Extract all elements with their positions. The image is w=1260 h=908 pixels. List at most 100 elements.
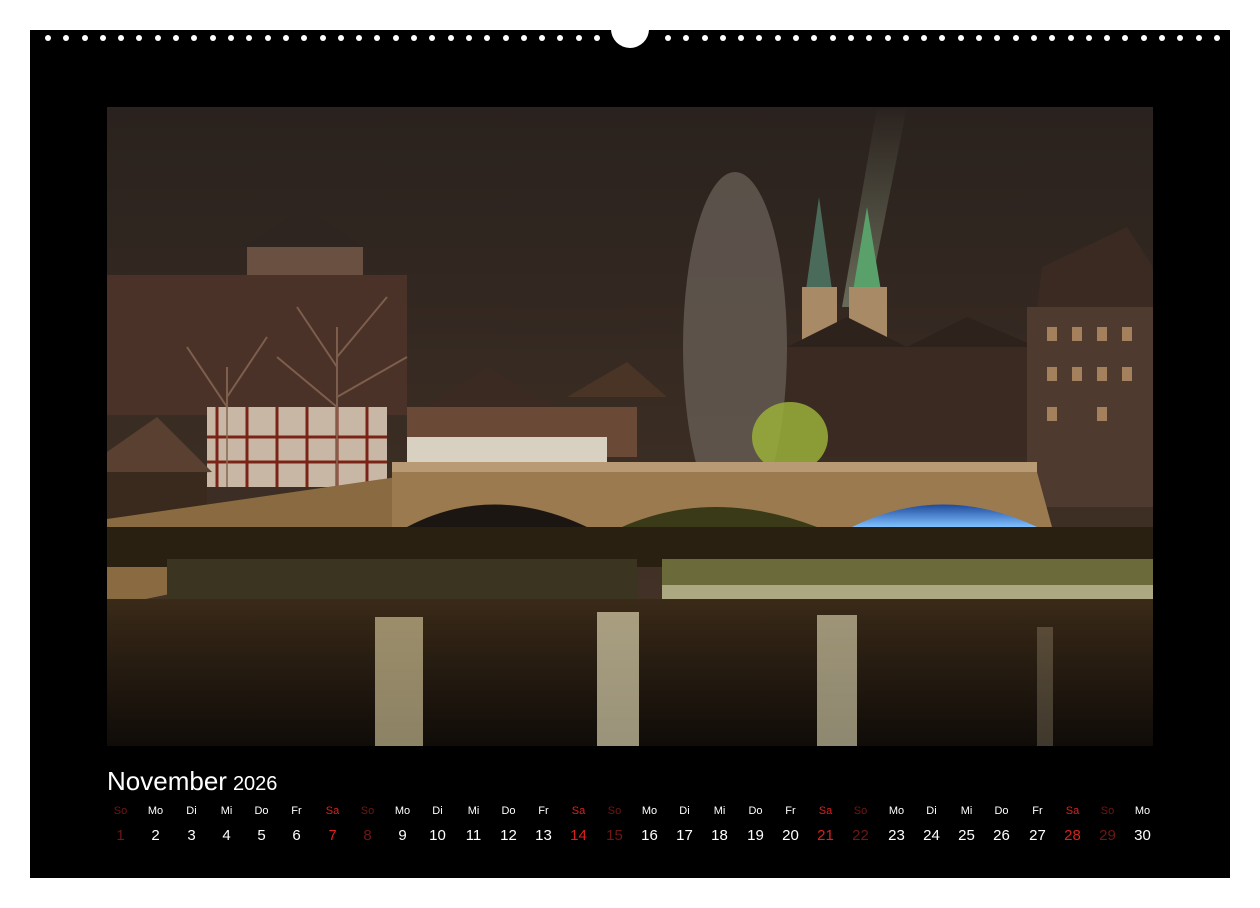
day-cell: Mo 2 <box>138 804 173 846</box>
day-of-week-label: Do <box>254 805 269 817</box>
day-of-week-label: Mi <box>713 805 726 817</box>
binding-hole <box>521 35 527 41</box>
binding-hole <box>1214 35 1220 41</box>
binding-hole <box>1104 35 1110 41</box>
binding-hole <box>994 35 1000 41</box>
day-of-week-label: Fr <box>538 805 549 817</box>
binding-hole <box>756 35 762 41</box>
day-of-week-label: So <box>1100 805 1115 817</box>
binding-hole <box>484 35 490 41</box>
binding-hole <box>118 35 124 41</box>
day-number: 13 <box>535 827 552 844</box>
binding-hole <box>301 35 307 41</box>
binding-hole <box>702 35 708 41</box>
day-number: 27 <box>1029 827 1046 844</box>
binding-hole <box>63 35 69 41</box>
binding-hole <box>82 35 88 41</box>
binding-hole <box>775 35 781 41</box>
binding-hole <box>958 35 964 41</box>
binding-hole <box>1141 35 1147 41</box>
binding-hole <box>210 35 216 41</box>
day-of-week-label: Mo <box>147 805 164 817</box>
day-cell: So 1 <box>103 804 138 846</box>
binding-hole <box>448 35 454 41</box>
day-of-week-label: Fr <box>291 805 302 817</box>
day-cell: Do 12 <box>491 804 526 846</box>
day-number: 14 <box>570 827 587 844</box>
binding-hole <box>136 35 142 41</box>
day-number: 17 <box>676 827 693 844</box>
binding-hole <box>576 35 582 41</box>
day-cell: Mo 9 <box>385 804 420 846</box>
binding-hole <box>1049 35 1055 41</box>
day-of-week-label: Do <box>994 805 1009 817</box>
day-of-week-label: Di <box>186 805 197 817</box>
day-of-week-label: So <box>853 805 868 817</box>
day-cell: Di 17 <box>667 804 702 846</box>
day-of-week-label: Mo <box>641 805 658 817</box>
day-of-week-label: Mo <box>1134 805 1151 817</box>
day-cell: Mi 25 <box>949 804 984 846</box>
day-number: 21 <box>817 827 834 844</box>
binding-hole <box>45 35 51 41</box>
binding-hole <box>1177 35 1183 41</box>
day-of-week-label: Di <box>679 805 690 817</box>
day-of-week-label: Sa <box>325 805 340 817</box>
binding-hole <box>246 35 252 41</box>
month-year: 2026 <box>232 773 278 795</box>
day-number: 28 <box>1064 827 1081 844</box>
binding-hole <box>811 35 817 41</box>
day-of-week-label: Do <box>501 805 516 817</box>
day-cell: So 8 <box>350 804 385 846</box>
day-number: 20 <box>782 827 799 844</box>
binding-hole <box>429 35 435 41</box>
day-cell: Mi 11 <box>456 804 491 846</box>
binding-hole <box>1159 35 1165 41</box>
calendar-photo <box>107 107 1153 746</box>
binding-hole <box>173 35 179 41</box>
day-number: 8 <box>363 827 372 844</box>
binding-hole <box>939 35 945 41</box>
binding-hole <box>1086 35 1092 41</box>
binding-hole <box>1031 35 1037 41</box>
day-cell: Sa 28 <box>1055 804 1090 846</box>
binding-hole <box>228 35 234 41</box>
day-of-week-label: Do <box>748 805 763 817</box>
binding-hole <box>1122 35 1128 41</box>
day-number: 9 <box>398 827 407 844</box>
binding-hole <box>866 35 872 41</box>
binding-hole <box>557 35 563 41</box>
binding-hole <box>503 35 509 41</box>
day-of-week-label: So <box>113 805 128 817</box>
day-number: 10 <box>429 827 446 844</box>
binding-hole <box>411 35 417 41</box>
day-number: 19 <box>747 827 764 844</box>
day-of-week-label: So <box>607 805 622 817</box>
binding-hole <box>466 35 472 41</box>
day-cell: Mo 16 <box>632 804 667 846</box>
binding-hole <box>683 35 689 41</box>
day-number: 1 <box>116 827 125 844</box>
day-number: 15 <box>606 827 623 844</box>
binding-hole <box>848 35 854 41</box>
day-number: 24 <box>923 827 940 844</box>
day-number: 16 <box>641 827 658 844</box>
day-of-week-label: Mo <box>394 805 411 817</box>
binding-hole <box>594 35 600 41</box>
day-cell: Mi 4 <box>209 804 244 846</box>
binding-hole <box>720 35 726 41</box>
day-of-week-label: Di <box>432 805 443 817</box>
day-cell: Fr 6 <box>279 804 314 846</box>
binding-hole <box>976 35 982 41</box>
day-of-week-label: Sa <box>1065 805 1080 817</box>
day-cell: Di 24 <box>914 804 949 846</box>
day-of-week-label: Mi <box>467 805 480 817</box>
day-cell: So 15 <box>597 804 632 846</box>
binding-hole <box>830 35 836 41</box>
day-cell: So 29 <box>1090 804 1125 846</box>
day-cell: Sa 7 <box>315 804 350 846</box>
day-cell: Do 26 <box>984 804 1019 846</box>
day-cell: Fr 13 <box>526 804 561 846</box>
day-number: 23 <box>888 827 905 844</box>
day-number: 11 <box>465 827 482 844</box>
